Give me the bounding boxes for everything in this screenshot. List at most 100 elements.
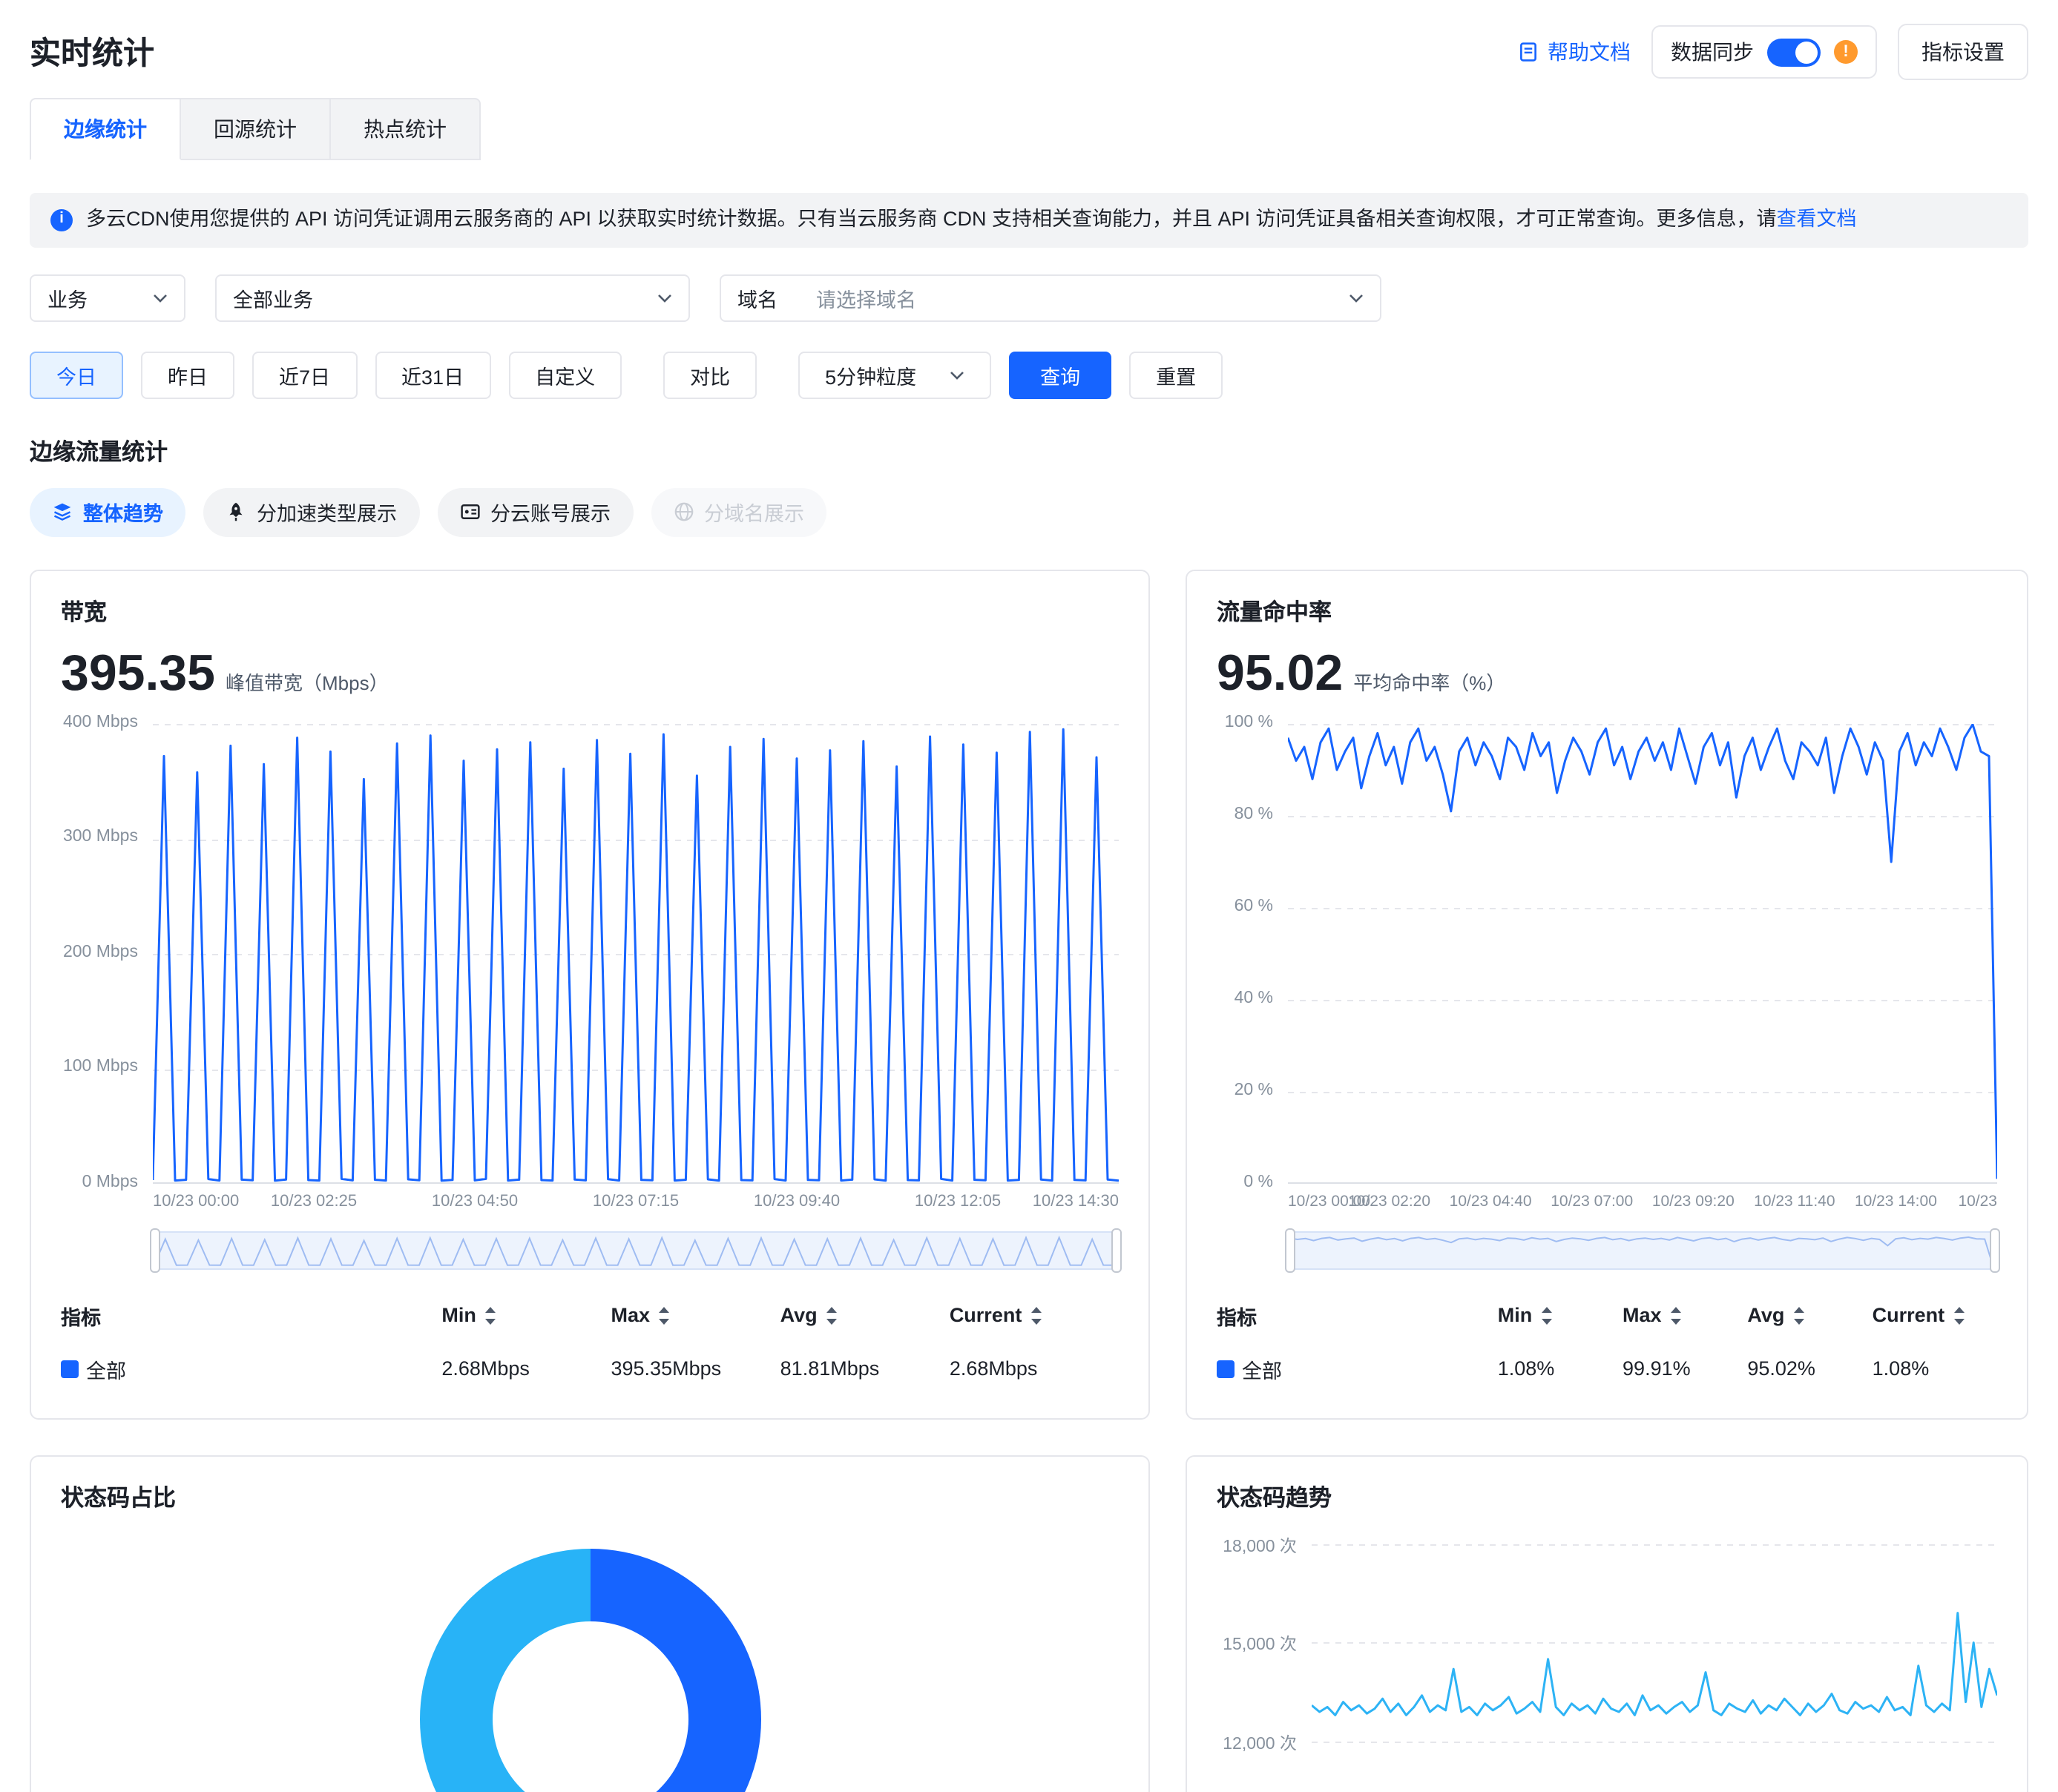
top-chart-cards: 带宽 395.35 峰值带宽（Mbps） 0 Mbps100 Mbps200 M…: [0, 570, 2058, 1420]
col-min-header[interactable]: Min: [441, 1305, 611, 1327]
status-code-donut-chart[interactable]: [419, 1549, 760, 1792]
tab-origin-stats[interactable]: 回源统计: [181, 98, 331, 160]
bandwidth-chart-area: 0 Mbps100 Mbps200 Mbps300 Mbps400 Mbps: [61, 724, 1119, 1184]
sort-icon[interactable]: [657, 1305, 671, 1326]
data-sync-label: 数据同步: [1671, 37, 1754, 67]
view-doc-link[interactable]: 查看文档: [1777, 208, 1857, 230]
rocket-icon: [226, 502, 246, 523]
range-31d-button[interactable]: 近31日: [375, 352, 490, 399]
series-color-swatch: [61, 1360, 79, 1378]
sort-icon[interactable]: [484, 1305, 497, 1326]
max-value: 395.35Mbps: [611, 1358, 780, 1380]
brush-handle-right[interactable]: [1990, 1228, 2000, 1273]
compare-button[interactable]: 对比: [663, 352, 757, 399]
range-7d-button[interactable]: 近7日: [252, 352, 357, 399]
range-today-button[interactable]: 今日: [30, 352, 123, 399]
domain-select[interactable]: 域名 请选择域名: [720, 274, 1381, 322]
header-actions: 帮助文档 数据同步 ! 指标设置: [1518, 24, 2028, 80]
sort-icon[interactable]: [1669, 1305, 1683, 1326]
sort-icon[interactable]: [1029, 1305, 1042, 1326]
business-select-value: 全部业务: [233, 283, 313, 313]
x-axis-labels: 10/23 00:0010/23 02:2010/23 04:4010/23 0…: [1288, 1193, 1997, 1216]
sort-icon[interactable]: [1792, 1305, 1805, 1326]
brush-handle-left[interactable]: [1285, 1228, 1295, 1273]
bandwidth-brush-slider[interactable]: [153, 1231, 1119, 1270]
hit-rate-line-chart[interactable]: [1288, 724, 1997, 1184]
business-category-value: 业务: [47, 283, 88, 313]
help-doc-link[interactable]: 帮助文档: [1518, 37, 1631, 67]
query-button[interactable]: 查询: [1009, 352, 1111, 399]
chevron-down-icon: [657, 294, 672, 303]
chip-by-domain: 分域名展示: [651, 488, 826, 537]
domain-select-placeholder: 请选择域名: [816, 283, 916, 313]
chip-label: 分云账号展示: [490, 498, 611, 527]
info-banner-text: 多云CDN使用您提供的 API 访问凭证调用云服务商的 API 以获取实时统计数…: [86, 206, 1857, 234]
filter-row: 业务 全部业务 域名 请选择域名: [30, 274, 2028, 322]
bandwidth-line-chart[interactable]: [153, 724, 1119, 1184]
business-category-select[interactable]: 业务: [30, 274, 185, 322]
sync-warning-icon[interactable]: !: [1834, 40, 1858, 64]
range-yesterday-button[interactable]: 昨日: [141, 352, 234, 399]
business-select[interactable]: 全部业务: [215, 274, 690, 322]
sort-icon[interactable]: [825, 1305, 838, 1326]
realtime-stats-page: 实时统计 帮助文档 数据同步 ! 指标设置 边缘统计 回源统计 热点统计 i 多…: [0, 0, 2058, 1792]
hit-rate-card-title: 流量命中率: [1217, 595, 1997, 627]
reset-button[interactable]: 重置: [1129, 352, 1223, 399]
status-code-ratio-card: 状态码占比: [30, 1455, 1150, 1792]
domain-select-label: 域名: [737, 283, 777, 313]
chip-overall-trend[interactable]: 整体趋势: [30, 488, 185, 537]
min-value: 2.68Mbps: [441, 1358, 611, 1380]
y-axis-labels: 0 Mbps100 Mbps200 Mbps300 Mbps400 Mbps: [61, 724, 153, 1184]
stats-table-header: 指标 Min Max Avg Current: [1217, 1291, 1997, 1341]
col-min-header[interactable]: Min: [1498, 1305, 1623, 1327]
table-row: 全部 1.08% 99.91% 95.02% 1.08%: [1217, 1341, 1997, 1397]
granularity-value: 5分钟粒度: [825, 360, 916, 390]
view-mode-chips: 整体趋势 分加速类型展示 分云账号展示 分域名展示: [30, 488, 2028, 537]
layers-icon: [52, 502, 73, 523]
globe-icon: [673, 502, 694, 523]
help-doc-label: 帮助文档: [1548, 37, 1631, 67]
series-name: 全部: [86, 1354, 126, 1384]
brush-handle-left[interactable]: [150, 1228, 160, 1273]
range-custom-button[interactable]: 自定义: [508, 352, 622, 399]
bottom-chart-cards: 状态码占比 状态码趋势 12,000 次15,000 次18,000 次: [0, 1455, 2058, 1792]
status-code-trend-title: 状态码趋势: [1217, 1480, 1997, 1513]
y-axis-labels: 0 %20 %40 %60 %80 %100 %: [1217, 724, 1288, 1184]
hit-rate-card: 流量命中率 95.02 平均命中率（%） 0 %20 %40 %60 %80 %…: [1186, 570, 2028, 1420]
data-sync-toggle[interactable]: [1767, 38, 1821, 66]
chevron-down-icon: [950, 371, 964, 380]
chevron-down-icon: [153, 294, 168, 303]
hit-rate-brush-slider[interactable]: [1288, 1231, 1997, 1270]
current-value: 1.08%: [1873, 1358, 1997, 1380]
sort-icon[interactable]: [1539, 1305, 1553, 1326]
sort-icon[interactable]: [1952, 1305, 1965, 1326]
bandwidth-summary: 395.35 峰值带宽（Mbps）: [61, 645, 1119, 703]
min-value: 1.08%: [1498, 1358, 1623, 1380]
tab-hotspot-stats[interactable]: 热点统计: [331, 98, 481, 160]
legend-item-all[interactable]: 全部: [61, 1354, 441, 1384]
col-avg-header[interactable]: Avg: [780, 1305, 950, 1327]
col-max-header[interactable]: Max: [611, 1305, 780, 1327]
chip-by-cloud-account[interactable]: 分云账号展示: [437, 488, 633, 537]
stats-table-header: 指标 Min Max Avg Current: [61, 1291, 1119, 1341]
brush-handle-right[interactable]: [1111, 1228, 1122, 1273]
data-sync-group: 数据同步 !: [1651, 25, 1877, 79]
chip-label: 整体趋势: [83, 498, 163, 527]
col-current-header[interactable]: Current: [1873, 1305, 1997, 1327]
col-max-header[interactable]: Max: [1623, 1305, 1747, 1327]
avg-hit-rate-value: 95.02: [1217, 645, 1343, 703]
peak-bandwidth-value: 395.35: [61, 645, 215, 703]
metric-settings-button[interactable]: 指标设置: [1898, 24, 2028, 80]
legend-item-all[interactable]: 全部: [1217, 1354, 1498, 1384]
chip-by-accel-type[interactable]: 分加速类型展示: [203, 488, 419, 537]
col-avg-header[interactable]: Avg: [1747, 1305, 1872, 1327]
granularity-select[interactable]: 5分钟粒度: [798, 352, 991, 399]
page-title: 实时统计: [30, 30, 154, 74]
col-metric-header: 指标: [61, 1301, 441, 1331]
hit-rate-summary: 95.02 平均命中率（%）: [1217, 645, 1997, 703]
status-code-trend-line-chart[interactable]: [1312, 1534, 1997, 1792]
bandwidth-card: 带宽 395.35 峰值带宽（Mbps） 0 Mbps100 Mbps200 M…: [30, 570, 1150, 1420]
current-value: 2.68Mbps: [950, 1358, 1119, 1380]
tab-edge-stats[interactable]: 边缘统计: [30, 98, 181, 160]
col-current-header[interactable]: Current: [950, 1305, 1119, 1327]
